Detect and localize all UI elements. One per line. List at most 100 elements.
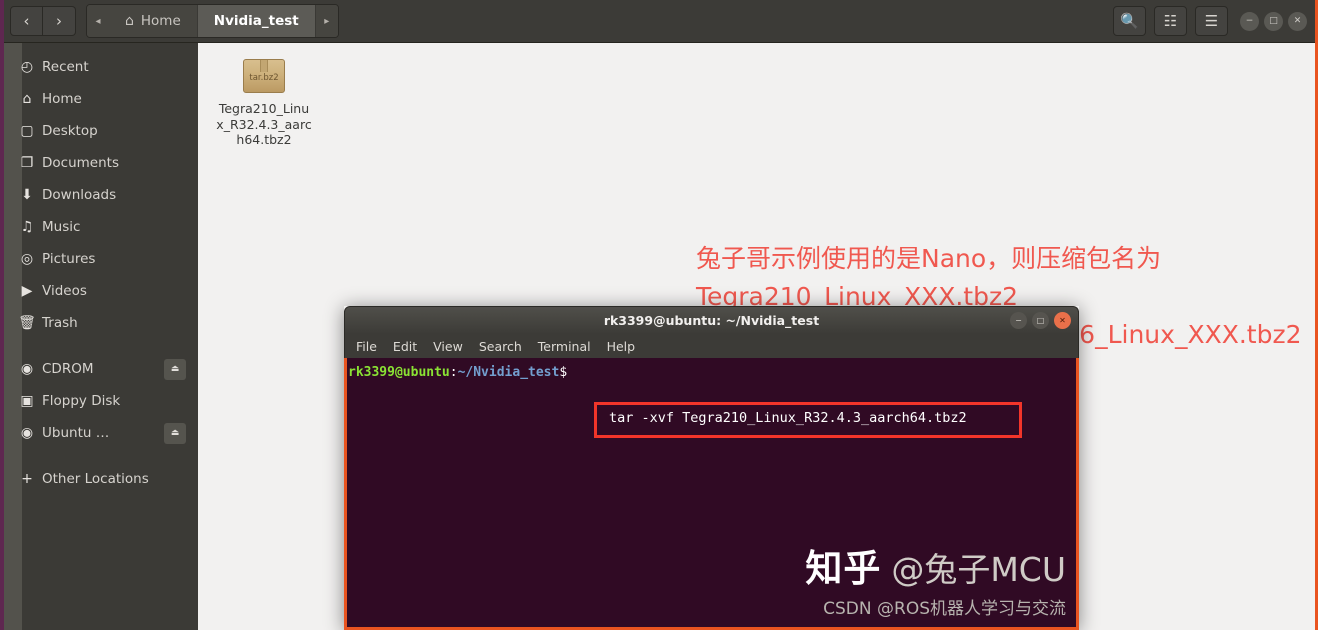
search-button[interactable]: 🔍 xyxy=(1113,6,1146,36)
maximize-icon: □ xyxy=(1036,315,1045,325)
terminal-window: rk3399@ubuntu: ~/Nvidia_test − □ ✕ File … xyxy=(344,306,1079,630)
terminal-close-button[interactable]: ✕ xyxy=(1054,312,1071,329)
music-note-icon: ♫ xyxy=(20,219,34,235)
back-button[interactable]: ‹ xyxy=(10,6,43,36)
menu-item-search[interactable]: Search xyxy=(479,339,522,354)
sidebar-item-ubuntu[interactable]: ◉ Ubuntu … ⏏ xyxy=(4,417,198,449)
sidebar-item-label: Other Locations xyxy=(42,471,149,487)
close-icon: ✕ xyxy=(1293,15,1302,26)
eject-icon: ⏏ xyxy=(170,428,180,438)
watermark-source: CSDN @ROS机器人学习与交流 xyxy=(823,599,1066,619)
sidebar-item-label: Pictures xyxy=(42,251,96,267)
menu-item-edit[interactable]: Edit xyxy=(393,339,417,354)
sidebar-item-other-locations[interactable]: + Other Locations xyxy=(4,463,198,495)
sidebar-item-label: Downloads xyxy=(42,187,117,203)
window-controls: − □ ✕ xyxy=(1240,11,1307,31)
tab-scroll-left-button[interactable]: ◂ xyxy=(87,5,109,37)
chevron-left-icon: ◂ xyxy=(95,15,101,27)
floppy-disk-icon: ▣ xyxy=(20,393,34,409)
terminal-screen[interactable]: rk3399@ubuntu:~/Nvidia_test$ tar -xvf Te… xyxy=(344,358,1079,630)
disc-icon: ◉ xyxy=(20,361,34,377)
prompt-separator: : xyxy=(449,365,458,380)
terminal-maximize-button[interactable]: □ xyxy=(1032,312,1049,329)
sidebar-item-label: Trash xyxy=(42,315,78,331)
home-icon: ⌂ xyxy=(22,91,32,107)
disc-icon: ◉ xyxy=(20,425,34,441)
plus-icon: + xyxy=(21,471,33,487)
minimize-icon: − xyxy=(1015,315,1022,325)
search-icon: 🔍 xyxy=(1120,12,1139,30)
menu-item-help[interactable]: Help xyxy=(607,339,636,354)
forward-icon: › xyxy=(56,12,62,30)
sidebar-item-home[interactable]: ⌂ Home xyxy=(4,83,198,115)
watermark-user: @兔子MCU xyxy=(891,550,1066,589)
close-button[interactable]: ✕ xyxy=(1288,11,1307,31)
breadcrumb-nvidia-test[interactable]: Nvidia_test xyxy=(197,5,316,37)
sidebar: ◴ Recent ⌂ Home ▢ Desktop ❐ Documents ⬇ xyxy=(4,43,198,630)
document-icon: ❐ xyxy=(20,155,34,171)
tab-scroll-right-button[interactable]: ▸ xyxy=(315,5,338,37)
archive-type-label: tar.bz2 xyxy=(249,73,279,83)
sidebar-item-recent[interactable]: ◴ Recent xyxy=(4,51,198,83)
nav-button-group: ‹ › xyxy=(10,6,76,36)
terminal-window-controls: − □ ✕ xyxy=(1010,312,1071,329)
sidebar-divider xyxy=(4,449,198,463)
clock-icon: ◴ xyxy=(20,59,34,75)
terminal-minimize-button[interactable]: − xyxy=(1010,312,1027,329)
sidebar-item-label: Recent xyxy=(42,59,89,75)
path-tab-bar: ◂ ⌂ Home Nvidia_test ▸ xyxy=(86,4,339,38)
sidebar-item-music[interactable]: ♫ Music xyxy=(4,211,198,243)
archive-flap-shape xyxy=(260,60,268,72)
sidebar-item-downloads[interactable]: ⬇ Downloads xyxy=(4,179,198,211)
file-name-label: Tegra210_Linux_R32.4.3_aarch64.tbz2 xyxy=(216,101,312,147)
prompt-user-host: rk3399@ubuntu xyxy=(348,365,450,380)
back-icon: ‹ xyxy=(23,12,30,30)
sidebar-item-label: Videos xyxy=(42,283,87,299)
sidebar-item-label: Floppy Disk xyxy=(42,393,121,409)
view-options-button[interactable]: ☷ xyxy=(1154,6,1187,36)
minimize-icon: − xyxy=(1245,15,1254,26)
terminal-titlebar[interactable]: rk3399@ubuntu: ~/Nvidia_test − □ ✕ xyxy=(344,306,1079,334)
sidebar-item-label: Music xyxy=(42,219,81,235)
hamburger-icon: ☰ xyxy=(1204,12,1219,30)
sidebar-item-documents[interactable]: ❐ Documents xyxy=(4,147,198,179)
download-arrow-icon: ⬇ xyxy=(21,187,33,203)
archive-icon: tar.bz2 xyxy=(243,55,285,95)
trash-icon: 🗑 xyxy=(18,315,36,331)
sidebar-divider xyxy=(4,339,198,353)
sidebar-item-cdrom[interactable]: ◉ CDROM ⏏ xyxy=(4,353,198,385)
sidebar-item-desktop[interactable]: ▢ Desktop xyxy=(4,115,198,147)
sidebar-item-label: Desktop xyxy=(42,123,98,139)
watermark: 知乎 @兔子MCU CSDN @ROS机器人学习与交流 xyxy=(805,538,1066,619)
sidebar-item-trash[interactable]: 🗑 Trash xyxy=(4,307,198,339)
prompt-dollar: $ xyxy=(559,365,568,380)
eject-icon: ⏏ xyxy=(170,364,180,374)
terminal-prompt-line: rk3399@ubuntu:~/Nvidia_test$ xyxy=(347,364,1076,382)
forward-button[interactable]: › xyxy=(43,6,76,36)
breadcrumb-home[interactable]: ⌂ Home xyxy=(109,5,198,37)
sidebar-item-label: CDROM xyxy=(42,361,94,377)
list-view-icon: ☷ xyxy=(1163,12,1178,30)
home-icon: ⌂ xyxy=(125,13,134,29)
menu-item-view[interactable]: View xyxy=(433,339,463,354)
sidebar-item-floppy-disk[interactable]: ▣ Floppy Disk xyxy=(4,385,198,417)
camera-icon: ◎ xyxy=(20,251,34,267)
watermark-top: 知乎 @兔子MCU xyxy=(805,538,1066,592)
menu-item-file[interactable]: File xyxy=(356,339,377,354)
folder-icon: ▢ xyxy=(20,123,34,139)
sidebar-item-videos[interactable]: ▶ Videos xyxy=(4,275,198,307)
file-item-tegra210-archive[interactable]: tar.bz2 Tegra210_Linux_R32.4.3_aarch64.t… xyxy=(216,55,312,148)
maximize-button[interactable]: □ xyxy=(1264,11,1283,31)
hamburger-menu-button[interactable]: ☰ xyxy=(1195,6,1228,36)
eject-button[interactable]: ⏏ xyxy=(164,422,186,444)
eject-button[interactable]: ⏏ xyxy=(164,358,186,380)
sidebar-item-label: Home xyxy=(42,91,82,107)
chevron-right-icon: ▸ xyxy=(324,15,330,27)
breadcrumb-home-label: Home xyxy=(140,13,181,29)
breadcrumb-current-label: Nvidia_test xyxy=(213,13,299,29)
file-manager-header: ‹ › ◂ ⌂ Home Nvidia_test ▸ 🔍 ☷ ☰ − □ ✕ xyxy=(4,0,1315,43)
minimize-button[interactable]: − xyxy=(1240,11,1259,31)
menu-item-terminal[interactable]: Terminal xyxy=(538,339,591,354)
watermark-brand: 知乎 xyxy=(805,547,882,590)
sidebar-item-pictures[interactable]: ◎ Pictures xyxy=(4,243,198,275)
